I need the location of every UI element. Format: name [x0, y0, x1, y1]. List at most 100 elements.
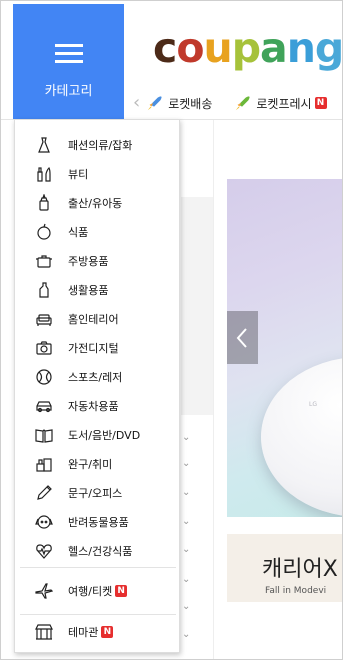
menu-item-label: 홈인테리어	[68, 311, 119, 327]
menu-divider	[20, 614, 176, 615]
camera-icon	[36, 341, 52, 355]
rocket-fresh-icon	[236, 96, 250, 111]
menu-item-text: 도서/음반/DVD	[68, 428, 141, 442]
menu-item-text: 스포츠/레저	[68, 370, 123, 384]
menu-item-text: 완구/취미	[68, 457, 113, 471]
promo-subtitle: Fall in Modevi	[265, 586, 327, 596]
car-icon	[36, 401, 52, 413]
menu-item[interactable]: 주방용품	[15, 246, 179, 275]
menu-item-label: 가전디지털	[68, 340, 119, 356]
menu-item-label: 반려동물용품	[68, 514, 129, 530]
chevron-down-icon[interactable]: ⌄	[182, 516, 190, 527]
new-badge: N	[115, 584, 128, 597]
baby-bottle-icon	[39, 194, 49, 211]
chevron-down-icon[interactable]: ⌄	[182, 487, 190, 498]
sidebar-panel	[181, 197, 213, 415]
ball-icon	[36, 369, 52, 385]
menu-item-label: 문구/오피스	[68, 485, 122, 501]
rocket-delivery-link[interactable]: 로켓배송	[146, 94, 212, 112]
chevron-down-icon[interactable]: ⌄	[182, 629, 190, 640]
menu-item[interactable]: 패션의류/잡화	[15, 130, 179, 159]
menu-item-label: 식품	[68, 224, 88, 240]
beauty-icon	[37, 166, 51, 182]
menu-item-text: 헬스/건강식품	[68, 544, 133, 558]
menu-item[interactable]: 식품	[15, 217, 179, 246]
logo-letter: u	[203, 24, 232, 72]
page-frame: 카테고리 coupang ‹ 로켓배송 로켓프레시 N ⌄ ⌄ ⌄ ⌄ ⌄ ⌄ …	[0, 0, 343, 660]
menu-item-text: 뷰티	[68, 167, 89, 181]
logo-letter: p	[231, 24, 261, 72]
menu-item-text: 출산/유아동	[68, 196, 123, 210]
category-button-label: 카테고리	[44, 84, 93, 99]
coupang-logo[interactable]: coupang	[153, 24, 343, 72]
rocket-delivery-label: 로켓배송	[168, 96, 213, 111]
dog-icon	[35, 515, 53, 529]
menu-item[interactable]: 완구/취미	[15, 449, 179, 478]
promo-title: 캐리어X	[262, 557, 338, 582]
logo-letter: g	[314, 24, 343, 72]
menu-item[interactable]: 생활용품	[15, 275, 179, 304]
rocket-fresh-link[interactable]: 로켓프레시 N	[234, 94, 327, 112]
menu-item-text: 생활용품	[68, 283, 109, 297]
rocket-nav: ‹ 로켓배송 로켓프레시 N	[133, 91, 342, 115]
airplane-icon	[35, 583, 53, 599]
toy-icon	[36, 458, 52, 472]
sofa-icon	[36, 314, 52, 326]
dress-icon	[38, 137, 50, 153]
category-button[interactable]: 카테고리	[13, 4, 124, 119]
menu-item-text: 가전디지털	[68, 341, 119, 355]
menu-item[interactable]: 도서/음반/DVD	[15, 420, 179, 449]
menu-item[interactable]: 헬스/건강식품	[15, 536, 179, 565]
menu-item-label: 여행/티켓 N	[68, 583, 128, 599]
hamburger-icon	[55, 44, 83, 64]
pencil-icon	[37, 485, 52, 500]
menu-item[interactable]: 문구/오피스	[15, 478, 179, 507]
menu-divider	[20, 567, 176, 568]
menu-item[interactable]: 여행/티켓 N	[15, 576, 179, 605]
logo-letter: n	[286, 24, 316, 72]
chevron-down-icon[interactable]: ⌄	[182, 574, 190, 585]
menu-item-label: 테마관 N	[68, 624, 114, 640]
heart-pulse-icon	[36, 544, 52, 559]
menu-item[interactable]: 반려동물용품	[15, 507, 179, 536]
menu-item-label: 완구/취미	[68, 456, 112, 472]
themed-store-icon	[35, 624, 53, 640]
menu-item[interactable]: 스포츠/레저	[15, 362, 179, 391]
pot-icon	[36, 255, 52, 268]
chevron-down-icon[interactable]: ⌄	[182, 601, 190, 612]
menu-item[interactable]: 가전디지털	[15, 333, 179, 362]
menu-item[interactable]: 테마관 N	[15, 617, 179, 646]
menu-item-text: 식품	[68, 225, 89, 239]
chevron-down-icon[interactable]: ⌄	[182, 458, 190, 469]
logo-letter: c	[153, 24, 177, 72]
category-dropdown-menu: 패션의류/잡화뷰티출산/유아동식품주방용품생활용품홈인테리어가전디지털스포츠/레…	[14, 119, 180, 653]
rocket-fresh-label: 로켓프레시	[256, 96, 312, 111]
column-divider	[213, 120, 214, 659]
chevron-down-icon[interactable]: ⌄	[182, 544, 190, 555]
menu-item-label: 패션의류/잡화	[68, 137, 132, 153]
menu-item-label: 도서/음반/DVD	[68, 427, 140, 443]
chevron-left-icon	[236, 328, 247, 348]
menu-item-text: 자동차용품	[68, 399, 119, 413]
menu-item-text: 문구/오피스	[68, 486, 123, 500]
logo-letter: o	[176, 24, 204, 72]
menu-item-text: 홈인테리어	[68, 312, 119, 326]
book-icon	[35, 429, 53, 443]
menu-item[interactable]: 뷰티	[15, 159, 179, 188]
menu-item-text: 여행/티켓	[68, 584, 113, 598]
new-badge: N	[101, 625, 114, 638]
new-badge: N	[314, 97, 327, 109]
menu-item-label: 헬스/건강식품	[68, 543, 132, 559]
menu-item-text: 테마관	[68, 625, 99, 639]
product-image	[261, 357, 342, 517]
promo-banner[interactable]: 캐리어X Fall in Modevi	[227, 534, 342, 602]
chevron-down-icon[interactable]: ⌄	[182, 432, 190, 443]
menu-item-text: 패션의류/잡화	[68, 138, 133, 152]
menu-item[interactable]: 자동차용품	[15, 391, 179, 420]
menu-item[interactable]: 홈인테리어	[15, 304, 179, 333]
nav-prev-chevron-icon[interactable]: ‹	[133, 94, 140, 112]
banner-prev-button[interactable]	[227, 311, 258, 364]
menu-item[interactable]: 출산/유아동	[15, 188, 179, 217]
menu-item-label: 뷰티	[68, 166, 88, 182]
menu-item-text: 주방용품	[68, 254, 109, 268]
